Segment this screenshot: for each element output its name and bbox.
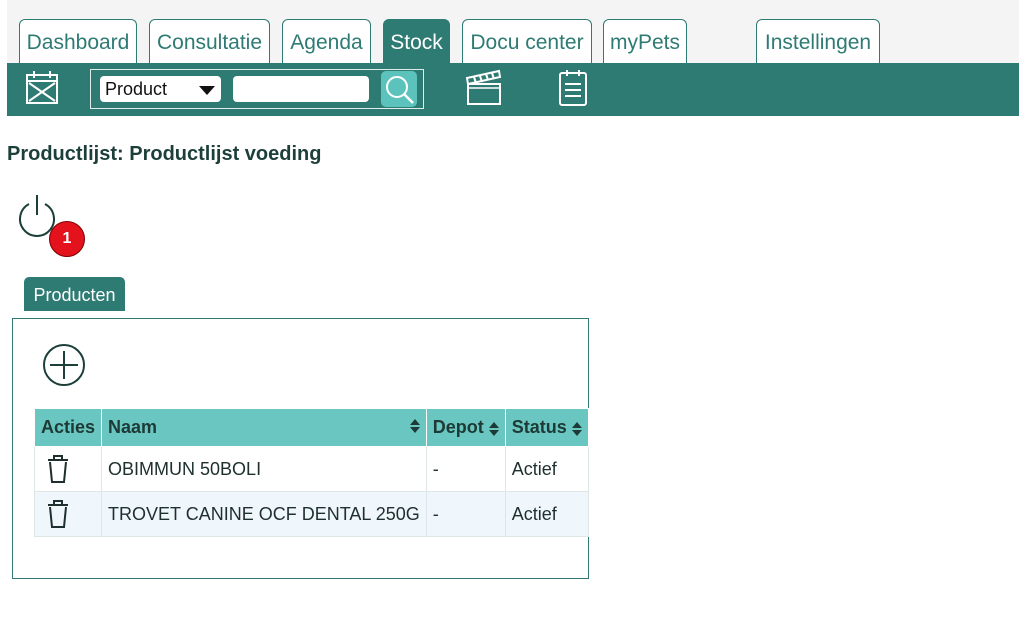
- trash-icon[interactable]: [45, 454, 71, 484]
- product-status: Actief: [504, 491, 589, 537]
- row-actions: [33, 446, 103, 492]
- sort-icon[interactable]: [409, 419, 420, 433]
- product-name: OBIMMUN 50BOLI: [101, 446, 427, 492]
- search-type-select[interactable]: Product: [100, 76, 221, 102]
- product-name: TROVET CANINE OCF DENTAL 250G: [101, 491, 427, 537]
- tab-consultatie[interactable]: Consultatie: [149, 19, 270, 63]
- tab-mypets[interactable]: myPets: [603, 19, 687, 63]
- product-table: Acties Naam Depot Status OBIMMUN 50BOLI …: [33, 408, 589, 537]
- search-input[interactable]: [233, 76, 369, 102]
- column-header-status[interactable]: Status: [504, 408, 589, 447]
- sort-icon[interactable]: [571, 422, 582, 437]
- clapperboard-icon[interactable]: [464, 68, 504, 108]
- tab-instellingen[interactable]: Instellingen: [756, 19, 880, 63]
- tab-docu-center[interactable]: Docu center: [462, 19, 592, 63]
- notification-badge: 1: [49, 221, 85, 257]
- add-product-button[interactable]: [42, 343, 86, 387]
- search-icon: [386, 76, 414, 104]
- column-header-acties: Acties: [33, 408, 103, 447]
- product-depot: -: [425, 446, 506, 492]
- calendar-icon[interactable]: [25, 70, 61, 106]
- column-header-depot[interactable]: Depot: [425, 408, 506, 447]
- table-row[interactable]: TROVET CANINE OCF DENTAL 250G - Actief: [33, 491, 589, 537]
- product-status: Actief: [504, 446, 589, 492]
- header-label: Status: [511, 417, 567, 437]
- tab-stock[interactable]: Stock: [383, 19, 450, 63]
- header-label: Naam: [108, 417, 158, 437]
- column-header-naam[interactable]: Naam: [101, 408, 427, 447]
- search-type-value: Product: [105, 79, 168, 99]
- header-label: Depot: [432, 417, 484, 437]
- product-depot: -: [425, 491, 506, 537]
- header-label: Acties: [41, 417, 96, 437]
- chevron-down-icon: [199, 86, 215, 95]
- page-title: Productlijst: Productlijst voeding: [7, 143, 322, 165]
- tab-producten[interactable]: Producten: [24, 277, 125, 311]
- table-row[interactable]: OBIMMUN 50BOLI - Actief: [33, 446, 589, 492]
- search-button[interactable]: [381, 71, 417, 107]
- trash-icon[interactable]: [45, 499, 71, 529]
- row-actions: [33, 491, 103, 537]
- clipboard-icon[interactable]: [556, 68, 590, 108]
- sort-icon[interactable]: [488, 422, 499, 437]
- tab-dashboard[interactable]: Dashboard: [19, 19, 137, 63]
- tab-agenda[interactable]: Agenda: [282, 19, 371, 63]
